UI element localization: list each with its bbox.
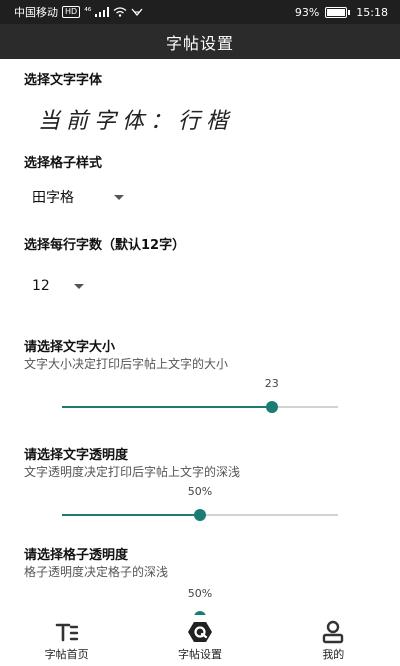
per-row-section-title: 选择每行字数（默认12字）: [24, 238, 186, 253]
nav-item-settings[interactable]: 字帖设置: [133, 615, 266, 666]
app-bar: 字帖设置: [0, 24, 400, 59]
text-opacity-section-title: 请选择文字透明度: [24, 448, 129, 463]
chars-per-row-value: 12: [32, 278, 50, 294]
signal-icon: [95, 7, 110, 17]
chevron-down-icon: [73, 283, 84, 289]
grid-opacity-value: 50%: [187, 587, 213, 600]
font-preview[interactable]: 当前字体：行楷: [38, 103, 234, 135]
text-opacity-slider[interactable]: 50%: [62, 485, 338, 525]
settings-icon: [187, 619, 213, 645]
grid-style-dropdown[interactable]: 田字格: [32, 187, 124, 207]
text-format-icon: [54, 619, 80, 645]
grid-opacity-section-title: 请选择格子透明度: [24, 548, 129, 563]
text-size-value: 23: [264, 377, 279, 390]
slider-fill: [62, 406, 272, 408]
status-bar: 中国移动 HD ⁴⁶ 93% 15:18: [0, 0, 400, 24]
size-section-title: 请选择文字大小: [24, 340, 116, 355]
hd-badge: HD: [62, 6, 81, 18]
nav-label-profile: 我的: [322, 648, 345, 661]
grid-style-value: 田字格: [32, 190, 74, 206]
slider-fill: [62, 514, 200, 516]
sync-icon: [131, 8, 143, 17]
battery-icon: [325, 6, 348, 18]
chars-per-row-dropdown[interactable]: 12: [32, 278, 84, 294]
text-opacity-section-description: 文字透明度决定打印后字帖上文字的深浅: [24, 465, 241, 479]
clock: 15:18: [356, 5, 388, 19]
person-icon: [320, 619, 346, 645]
nav-label-home: 字帖首页: [44, 648, 89, 661]
nav-item-home[interactable]: 字帖首页: [0, 615, 133, 666]
battery-tip: [348, 9, 351, 15]
slider-thumb[interactable]: [194, 509, 206, 521]
grid-opacity-slider[interactable]: 50%: [62, 587, 338, 615]
wifi-icon: [113, 7, 127, 17]
page-title: 字帖设置: [165, 33, 234, 53]
bottom-nav: 字帖首页 字帖设置 我的: [0, 615, 400, 666]
grid-section-title: 选择格子样式: [24, 156, 103, 171]
carrier-label: 中国移动: [14, 6, 58, 19]
chevron-down-icon: [114, 194, 124, 200]
nav-item-profile[interactable]: 我的: [267, 615, 400, 666]
size-section-description: 文字大小决定打印后字帖上文字的大小: [24, 357, 229, 371]
settings-content[interactable]: 选择文字字体 当前字体：行楷 选择格子样式 田字格 选择每行字数（默认12字） …: [0, 59, 400, 615]
network-type-label: ⁴⁶: [84, 7, 92, 17]
text-size-slider[interactable]: 23: [62, 377, 338, 417]
font-section-title: 选择文字字体: [24, 73, 103, 88]
grid-opacity-section-description: 格子透明度决定格子的深浅: [24, 565, 169, 579]
battery-percent: 93%: [294, 5, 320, 19]
slider-thumb[interactable]: [265, 401, 278, 413]
nav-label-settings: 字帖设置: [177, 648, 222, 661]
text-opacity-value: 50%: [187, 485, 213, 498]
